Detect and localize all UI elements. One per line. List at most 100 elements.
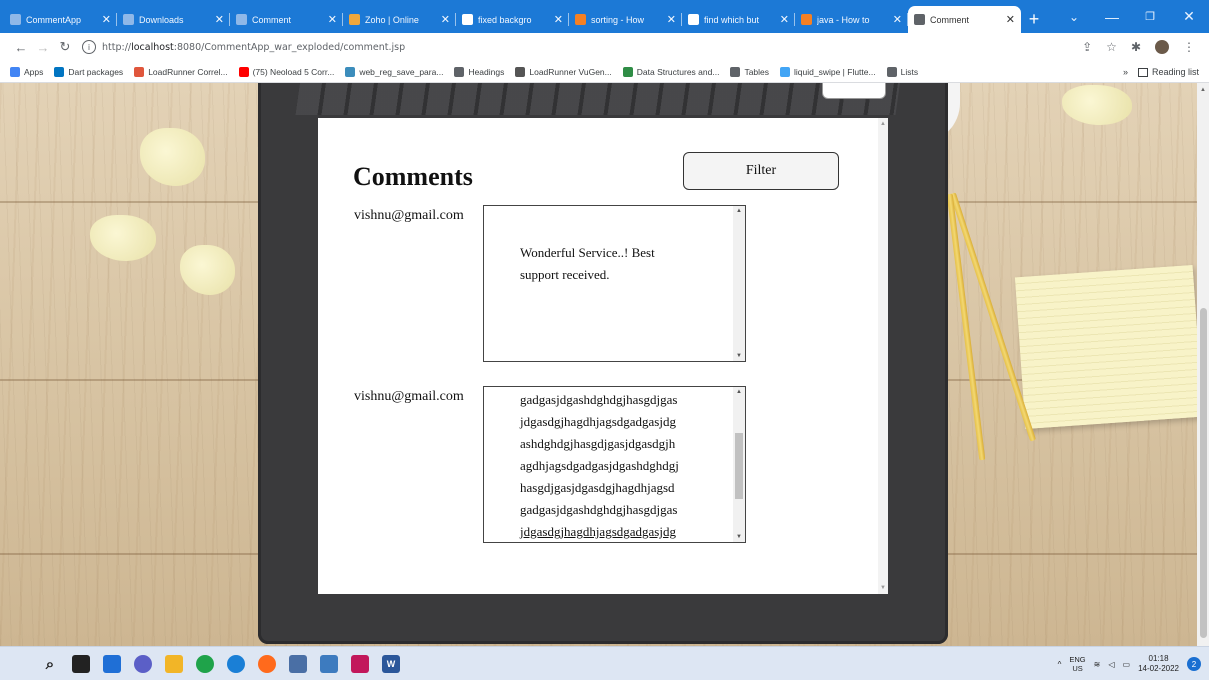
browser-tab[interactable]: sorting - How ✕ — [569, 6, 682, 33]
extensions-puzzle-icon[interactable]: ✱ — [1131, 40, 1141, 54]
notepad-icon[interactable] — [289, 655, 307, 673]
close-tab-icon[interactable]: ✕ — [441, 13, 450, 26]
comment-textarea[interactable]: gadgasjdgashdghdgjhasgdjgas jdgasdgjhagd… — [483, 386, 746, 543]
blank-page-icon — [123, 14, 134, 25]
browser-tab[interactable]: find which but ✕ — [682, 6, 795, 33]
close-tab-icon[interactable]: ✕ — [780, 13, 789, 26]
speaker-icon[interactable]: ◁ — [1108, 660, 1114, 669]
close-tab-icon[interactable]: ✕ — [667, 13, 676, 26]
reading-list-button[interactable]: Reading list — [1137, 67, 1199, 77]
browser-tab[interactable]: java - How to ✕ — [795, 6, 908, 33]
browser-tab[interactable]: Comment ✕ — [908, 6, 1021, 33]
search-icon[interactable]: ⌕ — [41, 655, 59, 673]
close-tab-icon[interactable]: ✕ — [102, 13, 111, 26]
page-scroll-thumb[interactable] — [1200, 308, 1207, 638]
scroll-up-arrow-icon[interactable]: ▲ — [1200, 87, 1206, 93]
tab-label: find which but — [704, 14, 760, 25]
store-icon[interactable] — [320, 655, 338, 673]
close-tab-icon[interactable]: ✕ — [554, 13, 563, 26]
bookmark-item[interactable]: Headings — [454, 66, 504, 77]
comment-author-email: vishnu@gmail.com — [354, 208, 464, 223]
star-bookmark-icon[interactable]: ☆ — [1106, 40, 1117, 54]
scroll-up-arrow-icon[interactable]: ▲ — [880, 121, 886, 127]
loadrunner-icon — [515, 66, 526, 77]
new-tab-button[interactable]: + — [1021, 6, 1047, 33]
edge-icon[interactable] — [227, 655, 245, 673]
page-scrollbar[interactable]: ▲ — [1197, 83, 1209, 646]
notification-badge[interactable]: 2 — [1187, 657, 1201, 671]
scroll-down-arrow-icon[interactable]: ▼ — [880, 585, 886, 591]
bookmark-item[interactable]: web_reg_save_para... — [345, 66, 444, 77]
system-clock[interactable]: 01:18 14-02-2022 — [1138, 654, 1179, 674]
comment-scrollbar[interactable]: ▲ ▼ — [733, 387, 745, 542]
battery-icon[interactable]: ▭ — [1123, 660, 1131, 669]
web-icon — [345, 66, 356, 77]
close-tab-icon[interactable]: ✕ — [893, 13, 902, 26]
tab-strip: CommentApp ✕ Downloads ✕ Comment ✕ Zoho | Onli… — [0, 0, 1209, 33]
clock-date: 14-02-2022 — [1138, 664, 1179, 673]
widgets-icon[interactable] — [103, 655, 121, 673]
browser-tab[interactable]: Downloads ✕ — [117, 6, 230, 33]
bookmark-item[interactable]: liquid_swipe | Flutte... — [780, 66, 876, 77]
comments-panel: Comments Filter vishnu@gmail.com Wonderf… — [318, 118, 888, 594]
minimize-icon[interactable]: — — [1092, 0, 1132, 33]
scroll-down-arrow-icon[interactable]: ▼ — [736, 534, 742, 540]
bookmark-item[interactable]: (75) Neoload 5 Corr... — [238, 66, 334, 77]
top-button-edge[interactable] — [822, 83, 886, 99]
bookmark-item[interactable]: LoadRunner Correl... — [134, 66, 228, 77]
bookmark-label: web_reg_save_para... — [359, 66, 444, 77]
close-tab-icon[interactable]: ✕ — [1006, 13, 1015, 26]
bookmark-label: liquid_swipe | Flutte... — [794, 66, 876, 77]
comment-text-line: jdgasdgjhagdhjagsdgadgasjdg — [520, 414, 676, 429]
chrome-icon[interactable] — [196, 655, 214, 673]
browser-tab[interactable]: Comment ✕ — [230, 6, 343, 33]
chat-icon[interactable] — [134, 655, 152, 673]
panel-scrollbar[interactable]: ▲ ▼ — [878, 118, 888, 594]
comment-scrollbar[interactable]: ▲ ▼ — [733, 206, 745, 361]
bookmark-label: Tables — [744, 66, 770, 77]
gg-icon — [622, 66, 633, 77]
restore-icon[interactable]: ❐ — [1130, 0, 1170, 33]
back-arrow-icon[interactable]: ← — [10, 40, 32, 55]
windows-start-icon[interactable] — [10, 655, 28, 673]
bookmark-item[interactable]: Lists — [886, 66, 918, 77]
chevron-up-icon[interactable]: ^ — [1058, 660, 1062, 669]
wifi-icon[interactable]: ≋ — [1094, 660, 1101, 669]
profile-avatar-icon[interactable] — [1155, 40, 1169, 54]
close-tab-icon[interactable]: ✕ — [215, 13, 224, 26]
browser-tab[interactable]: CommentApp ✕ — [4, 6, 117, 33]
intellij-icon[interactable] — [351, 655, 369, 673]
bookmarks-overflow-button[interactable]: » — [1123, 67, 1128, 77]
menu-kebab-icon[interactable]: ⋮ — [1183, 40, 1195, 54]
file-explorer-icon[interactable] — [165, 655, 183, 673]
browser-tab[interactable]: fixed backgro ✕ — [456, 6, 569, 33]
share-icon[interactable]: ⇪ — [1082, 40, 1092, 54]
bookmark-item[interactable]: Data Structures and... — [622, 66, 719, 77]
info-icon[interactable]: i — [82, 40, 96, 54]
comment-text-line: ashdghdgjhasgdjgasjdgasdgjh — [520, 436, 676, 451]
address-bar[interactable]: i http://localhost:8080/CommentApp_war_e… — [82, 36, 1122, 58]
bookmark-item[interactable]: Apps — [10, 66, 43, 77]
comment-textarea[interactable]: Wonderful Service..! Best support receiv… — [483, 205, 746, 362]
forward-arrow-icon[interactable]: → — [32, 40, 54, 55]
browser-tab[interactable]: Zoho | Online ✕ — [343, 6, 456, 33]
tab-search-chevron-icon[interactable]: ⌄ — [1054, 0, 1094, 33]
bookmark-item[interactable]: Dart packages — [54, 66, 123, 77]
task-view-icon[interactable] — [72, 655, 90, 673]
scroll-thumb[interactable] — [735, 433, 743, 499]
firefox-icon[interactable] — [258, 655, 276, 673]
filter-button[interactable]: Filter — [683, 152, 839, 190]
bookmark-item[interactable]: Tables — [730, 66, 770, 77]
scroll-up-arrow-icon[interactable]: ▲ — [736, 389, 742, 395]
reload-icon[interactable]: ↻ — [54, 39, 76, 55]
bookmark-item[interactable]: LoadRunner VuGen... — [515, 66, 612, 77]
comment-text-line: jdgasdgjhagdhjagsdgadgasjdg — [520, 524, 676, 539]
scroll-up-arrow-icon[interactable]: ▲ — [736, 208, 742, 214]
page-viewport: Comments Filter vishnu@gmail.com Wonderf… — [0, 83, 1197, 646]
close-tab-icon[interactable]: ✕ — [328, 13, 337, 26]
language-indicator[interactable]: ENG US — [1069, 655, 1085, 673]
close-window-icon[interactable]: ✕ — [1169, 0, 1209, 33]
comment-text-line: agdhjagsdgadgasjdgashdghdgj — [520, 458, 679, 473]
word-icon[interactable]: W — [382, 655, 400, 673]
scroll-down-arrow-icon[interactable]: ▼ — [736, 353, 742, 359]
